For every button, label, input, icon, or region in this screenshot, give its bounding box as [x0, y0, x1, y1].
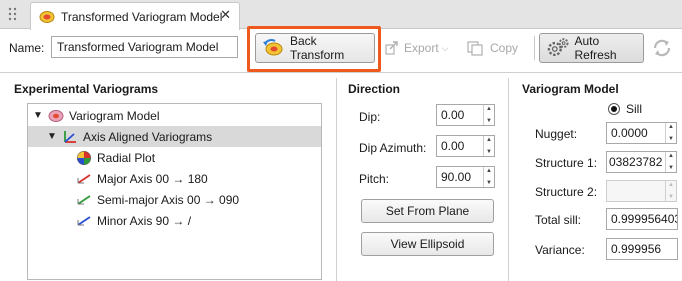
tree-item-semi-major-axis[interactable]: Semi-major Axis 00 → 090	[28, 189, 321, 210]
nugget-stepper[interactable]: 0.0000 ▲ ▼	[606, 122, 677, 144]
tree-item-label: Variogram Model	[69, 108, 160, 123]
auto-refresh-label: Auto Refresh	[574, 34, 617, 62]
spin-arrows-icon[interactable]: ▲ ▼	[483, 136, 494, 156]
pitch-label: Pitch:	[359, 172, 390, 186]
tree-item-label: Semi-major Axis 00 → 090	[97, 192, 240, 207]
export-icon	[385, 41, 398, 55]
auto-refresh-button[interactable]: Auto Refresh	[539, 33, 644, 63]
tree-item-label: Major Axis 00 → 180	[97, 171, 208, 186]
dip-azimuth-value: 0.00	[441, 139, 465, 153]
dip-azimuth-stepper[interactable]: 0.00 ▲ ▼	[436, 135, 495, 157]
minor-axis-icon	[77, 215, 91, 226]
grip-icon[interactable]	[6, 6, 20, 22]
pitch-value: 90.00	[441, 170, 472, 184]
gear-icon	[547, 38, 569, 57]
dip-stepper[interactable]: 0.00 ▲ ▼	[436, 104, 495, 126]
collapse-triangle-icon[interactable]: ▼	[46, 131, 58, 142]
experimental-variograms-title: Experimental Variograms	[14, 82, 159, 96]
spin-arrows-icon[interactable]: ▲ ▼	[665, 152, 676, 172]
dip-azimuth-label: Dip Azimuth:	[359, 141, 427, 155]
variance-field[interactable]: 0.999956	[606, 238, 678, 260]
view-ellipsoid-button[interactable]: View Ellipsoid	[361, 232, 494, 256]
tree-item-variogram-model[interactable]: ▼ Variogram Model	[28, 105, 321, 126]
dip-value: 0.00	[441, 108, 465, 122]
structure2-label: Structure 2:	[535, 185, 598, 199]
copy-button[interactable]: Copy	[467, 38, 518, 58]
variogram-model-icon	[39, 10, 55, 23]
spin-arrows-icon[interactable]: ▲ ▼	[483, 105, 494, 125]
variogram-model-icon	[48, 109, 64, 122]
tree-item-label: Axis Aligned Variograms	[83, 129, 213, 144]
spin-arrows-icon[interactable]: ▲ ▼	[483, 167, 494, 187]
structure2-stepper: ▲ ▼	[606, 180, 677, 202]
chevron-down-icon: ⌵	[441, 42, 449, 53]
tab-title: Transformed Variogram Model	[61, 9, 223, 24]
major-axis-icon	[77, 173, 91, 184]
dip-label: Dip:	[359, 110, 381, 124]
variogram-model-title: Variogram Model	[522, 82, 619, 96]
tree-item-label: Radial Plot	[97, 150, 156, 165]
set-from-plane-button[interactable]: Set From Plane	[361, 199, 494, 223]
experimental-variograms-tree: ▼ Variogram Model ▼ Axis Aligned Variogr…	[27, 103, 322, 280]
toolbar-divider	[534, 36, 535, 60]
name-label: Name:	[9, 41, 45, 55]
sill-label: Sill	[626, 102, 643, 116]
export-label: Export	[404, 41, 439, 55]
copy-icon	[467, 41, 483, 56]
pitch-stepper[interactable]: 90.00 ▲ ▼	[436, 166, 495, 188]
tree-item-radial-plot[interactable]: Radial Plot	[28, 147, 321, 168]
tree-item-label: Minor Axis 90 → /	[97, 213, 192, 228]
collapse-triangle-icon[interactable]: ▼	[32, 110, 44, 121]
axis-aligned-icon	[64, 130, 76, 143]
panel-divider	[508, 78, 509, 281]
close-icon[interactable]: ✕	[220, 7, 231, 23]
panel-divider	[336, 78, 337, 281]
nugget-value: 0.0000	[611, 126, 648, 140]
tree-item-major-axis[interactable]: Major Axis 00 → 180	[28, 168, 321, 189]
name-field[interactable]	[51, 36, 238, 58]
tree-item-minor-axis[interactable]: Minor Axis 90 → /	[28, 210, 321, 231]
sill-radio[interactable]	[608, 103, 620, 115]
tab-transformed-variogram-model[interactable]: Transformed Variogram Model ✕	[30, 2, 240, 30]
tab-bar: Transformed Variogram Model ✕	[0, 0, 682, 30]
semi-major-axis-icon	[77, 194, 91, 205]
total-sill-label: Total sill:	[535, 213, 582, 227]
spin-arrows-icon[interactable]: ▲ ▼	[665, 123, 676, 143]
structure1-value: 03823782	[609, 155, 663, 169]
radial-plot-icon	[77, 150, 91, 165]
total-sill-field[interactable]: 0.999956403	[606, 208, 678, 230]
direction-title: Direction	[348, 82, 401, 96]
tree-item-axis-aligned-variograms[interactable]: ▼ Axis Aligned Variograms	[28, 126, 321, 147]
highlight-box	[247, 26, 381, 72]
export-button[interactable]: Export ⌵	[384, 38, 449, 58]
toolbar-separator	[0, 72, 682, 73]
spin-arrows-icon: ▲ ▼	[665, 181, 676, 201]
refresh-icon[interactable]	[650, 37, 674, 59]
copy-label: Copy	[490, 41, 519, 55]
nugget-label: Nugget:	[535, 127, 578, 141]
structure1-label: Structure 1:	[535, 156, 598, 170]
variance-label: Variance:	[535, 243, 585, 257]
structure1-stepper[interactable]: 03823782 ▲ ▼	[606, 151, 677, 173]
